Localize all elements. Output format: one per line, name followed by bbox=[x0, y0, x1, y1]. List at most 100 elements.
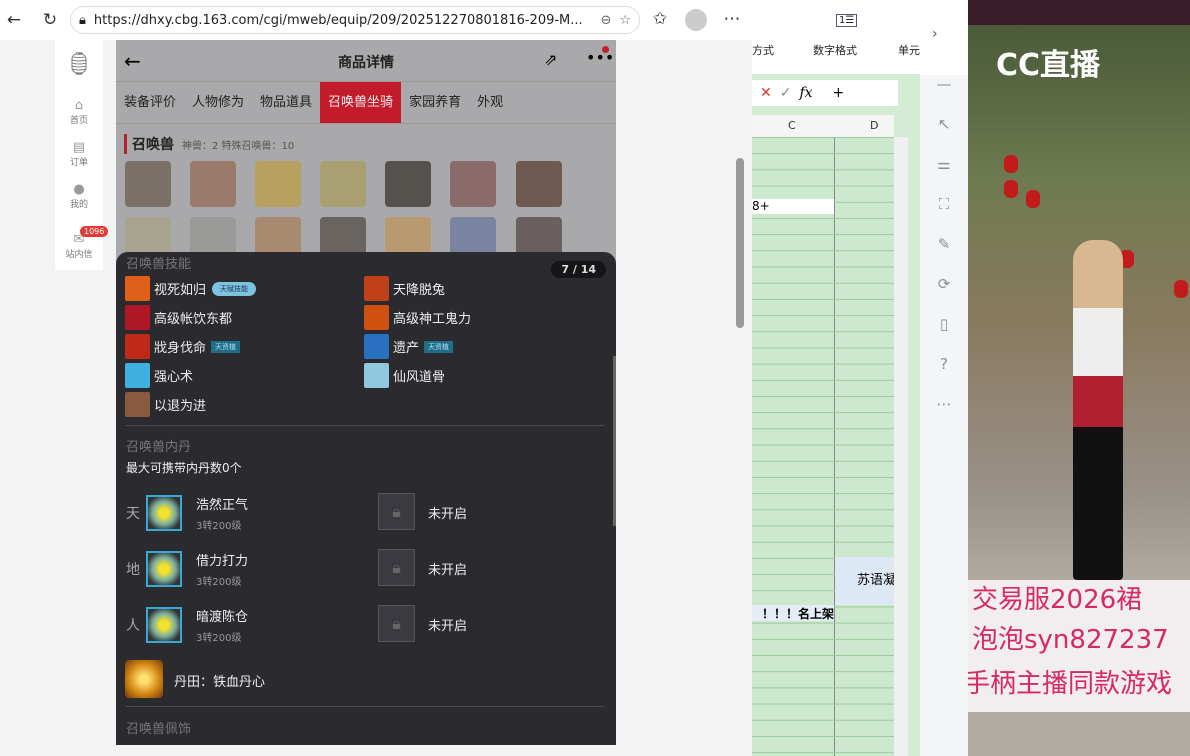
message-count-badge: 1096 bbox=[80, 226, 109, 237]
ribbon-cell[interactable]: 单元 bbox=[898, 42, 920, 58]
page-title: 商品详情 bbox=[338, 55, 394, 71]
sidebar-item-mine[interactable]: ● 我的 bbox=[55, 182, 103, 210]
label: 首页 bbox=[69, 116, 88, 126]
refresh-icon[interactable]: ⟳ bbox=[920, 275, 968, 315]
minimize-icon[interactable]: — bbox=[920, 75, 968, 115]
locked-label: 未开启 bbox=[428, 563, 468, 578]
user-icon: ● bbox=[73, 182, 85, 197]
tab-home[interactable]: 家园养育 bbox=[401, 82, 469, 123]
cell[interactable]: 苏语凝 bbox=[835, 557, 894, 605]
skill-item[interactable]: 遗产 天资植 bbox=[364, 334, 454, 359]
home-icon: ⌂ bbox=[74, 98, 84, 113]
skill-name: 高级神工鬼力 bbox=[393, 312, 472, 327]
refresh-icon[interactable]: ↻ bbox=[36, 10, 64, 30]
skill-name: 天降脱兔 bbox=[393, 283, 446, 298]
skill-item[interactable]: 仙风道骨 bbox=[364, 363, 445, 388]
neidan-name: 暗渡陈仓 bbox=[196, 610, 249, 625]
tab-character[interactable]: 人物修为 bbox=[184, 82, 252, 123]
pet-avatar[interactable] bbox=[320, 161, 366, 207]
number-format-icon: 1☰ bbox=[836, 14, 858, 27]
pet-avatar[interactable] bbox=[450, 161, 496, 207]
panel-scrollbar[interactable] bbox=[613, 356, 616, 526]
cell[interactable]: 8+ bbox=[752, 199, 834, 214]
more-menu-icon[interactable]: ••• bbox=[586, 48, 614, 67]
lock-icon: 🔒︎ bbox=[378, 493, 415, 530]
neidan-icon[interactable] bbox=[146, 495, 182, 531]
slot-label: 天 bbox=[126, 506, 140, 522]
crop-icon[interactable]: ⛶ bbox=[920, 195, 968, 235]
more-icon[interactable]: ⋯ bbox=[718, 9, 746, 29]
column-header-d[interactable]: D bbox=[870, 119, 878, 132]
skill-item[interactable]: 视死如归 天赋技能 bbox=[125, 276, 257, 301]
help-icon[interactable]: ? bbox=[920, 355, 968, 395]
skill-item[interactable]: 戕身伐命 天资植 bbox=[125, 334, 241, 359]
avatar[interactable] bbox=[685, 9, 707, 31]
sheet-scrollbar[interactable] bbox=[894, 137, 908, 756]
logo-icon: 🏮︎ bbox=[65, 52, 93, 77]
skill-icon bbox=[125, 305, 150, 330]
pet-avatar[interactable] bbox=[385, 161, 431, 207]
neidan-name: 借力打力 bbox=[196, 554, 249, 569]
tab-appearance[interactable]: 外观 bbox=[469, 82, 511, 123]
address-bar[interactable]: 🔒︎ https://dhxy.cbg.163.com/cgi/mweb/equi… bbox=[70, 6, 640, 34]
caption-line: 交易服2026裙 bbox=[972, 585, 1143, 615]
lock-icon: 🔒︎ bbox=[79, 12, 86, 28]
sidebar-item-orders[interactable]: ▤ 订单 bbox=[55, 140, 103, 168]
more-icon[interactable]: ⋯ bbox=[920, 395, 968, 435]
chevron-right-icon[interactable]: › bbox=[932, 26, 938, 42]
back-icon[interactable]: ← bbox=[0, 10, 28, 30]
skill-name: 仙风道骨 bbox=[393, 370, 446, 385]
neidan-icon[interactable] bbox=[146, 551, 182, 587]
tab-equipment[interactable]: 装备评价 bbox=[116, 82, 184, 123]
skill-icon bbox=[125, 276, 150, 301]
cancel-icon[interactable]: ✕ bbox=[760, 85, 772, 101]
star-icon[interactable]: ☆ bbox=[619, 13, 631, 28]
share-icon[interactable]: ⇗ bbox=[544, 50, 557, 69]
cursor-icon[interactable]: ↖ bbox=[920, 115, 968, 155]
book-icon[interactable]: ▯ bbox=[920, 315, 968, 355]
ribbon-number-format[interactable]: 数字格式 bbox=[813, 42, 857, 58]
dantian-icon[interactable] bbox=[125, 660, 163, 698]
cell-grid[interactable]: 8+ 苏语凝 名上架！！！ bbox=[752, 137, 894, 756]
skills-heading: 召唤兽技能 bbox=[126, 257, 192, 272]
skill-item[interactable]: 高级神工鬼力 bbox=[364, 305, 471, 330]
order-icon: ▤ bbox=[72, 140, 86, 155]
ribbon-align[interactable]: 方式 bbox=[752, 42, 774, 58]
skill-tag: 天资植 bbox=[424, 340, 454, 353]
neidan-name: 浩然正气 bbox=[196, 498, 249, 513]
fx-icon[interactable]: fx bbox=[799, 85, 812, 101]
tab-pets-mounts[interactable]: 召唤兽坐骑 bbox=[320, 82, 402, 123]
neidan-icon[interactable] bbox=[146, 607, 182, 643]
streamer-figure bbox=[1073, 240, 1123, 580]
zoom-icon[interactable]: ⊖ bbox=[600, 13, 611, 28]
skill-name: 以退为进 bbox=[154, 399, 207, 414]
divider bbox=[126, 425, 604, 426]
skill-name: 高级帐饮东都 bbox=[154, 312, 233, 327]
scrollbar[interactable] bbox=[736, 158, 744, 328]
cell[interactable]: 名上架！！！ bbox=[752, 605, 834, 621]
skill-item[interactable]: 以退为进 bbox=[125, 392, 206, 417]
skill-icon bbox=[364, 334, 389, 359]
skill-item[interactable]: 强心术 bbox=[125, 363, 193, 388]
pet-avatar[interactable] bbox=[190, 161, 236, 207]
neidan-level: 3转200级 bbox=[196, 521, 242, 532]
pet-avatar[interactable] bbox=[125, 161, 171, 207]
pet-avatar[interactable] bbox=[516, 161, 562, 207]
sidebar-item-home[interactable]: ⌂ 首页 bbox=[55, 98, 103, 126]
skill-item[interactable]: 天降脱兔 bbox=[364, 276, 445, 301]
confirm-icon[interactable]: ✓ bbox=[780, 85, 792, 101]
tab-items[interactable]: 物品道具 bbox=[252, 82, 320, 123]
column-header-c[interactable]: C bbox=[788, 119, 796, 132]
formula-bar: ✕ ✓ fx + bbox=[752, 80, 898, 106]
dantian-label: 丹田：铁血丹心 bbox=[174, 675, 266, 690]
pets-summary: 神兽：2 特殊召唤兽：10 bbox=[182, 141, 295, 152]
skill-item[interactable]: 高级帐饮东都 bbox=[125, 305, 232, 330]
cc-live-logo: CC直播 bbox=[996, 48, 1101, 83]
caption-line: 泡泡syn827237 bbox=[972, 625, 1169, 655]
sliders-icon[interactable]: ⚌ bbox=[920, 155, 968, 195]
pet-avatar[interactable] bbox=[255, 161, 301, 207]
tools-icon[interactable]: ✎ bbox=[920, 235, 968, 275]
plus-icon[interactable]: + bbox=[833, 85, 845, 101]
favorites-icon[interactable]: ✩ bbox=[646, 9, 674, 29]
locked-label: 未开启 bbox=[428, 619, 468, 634]
